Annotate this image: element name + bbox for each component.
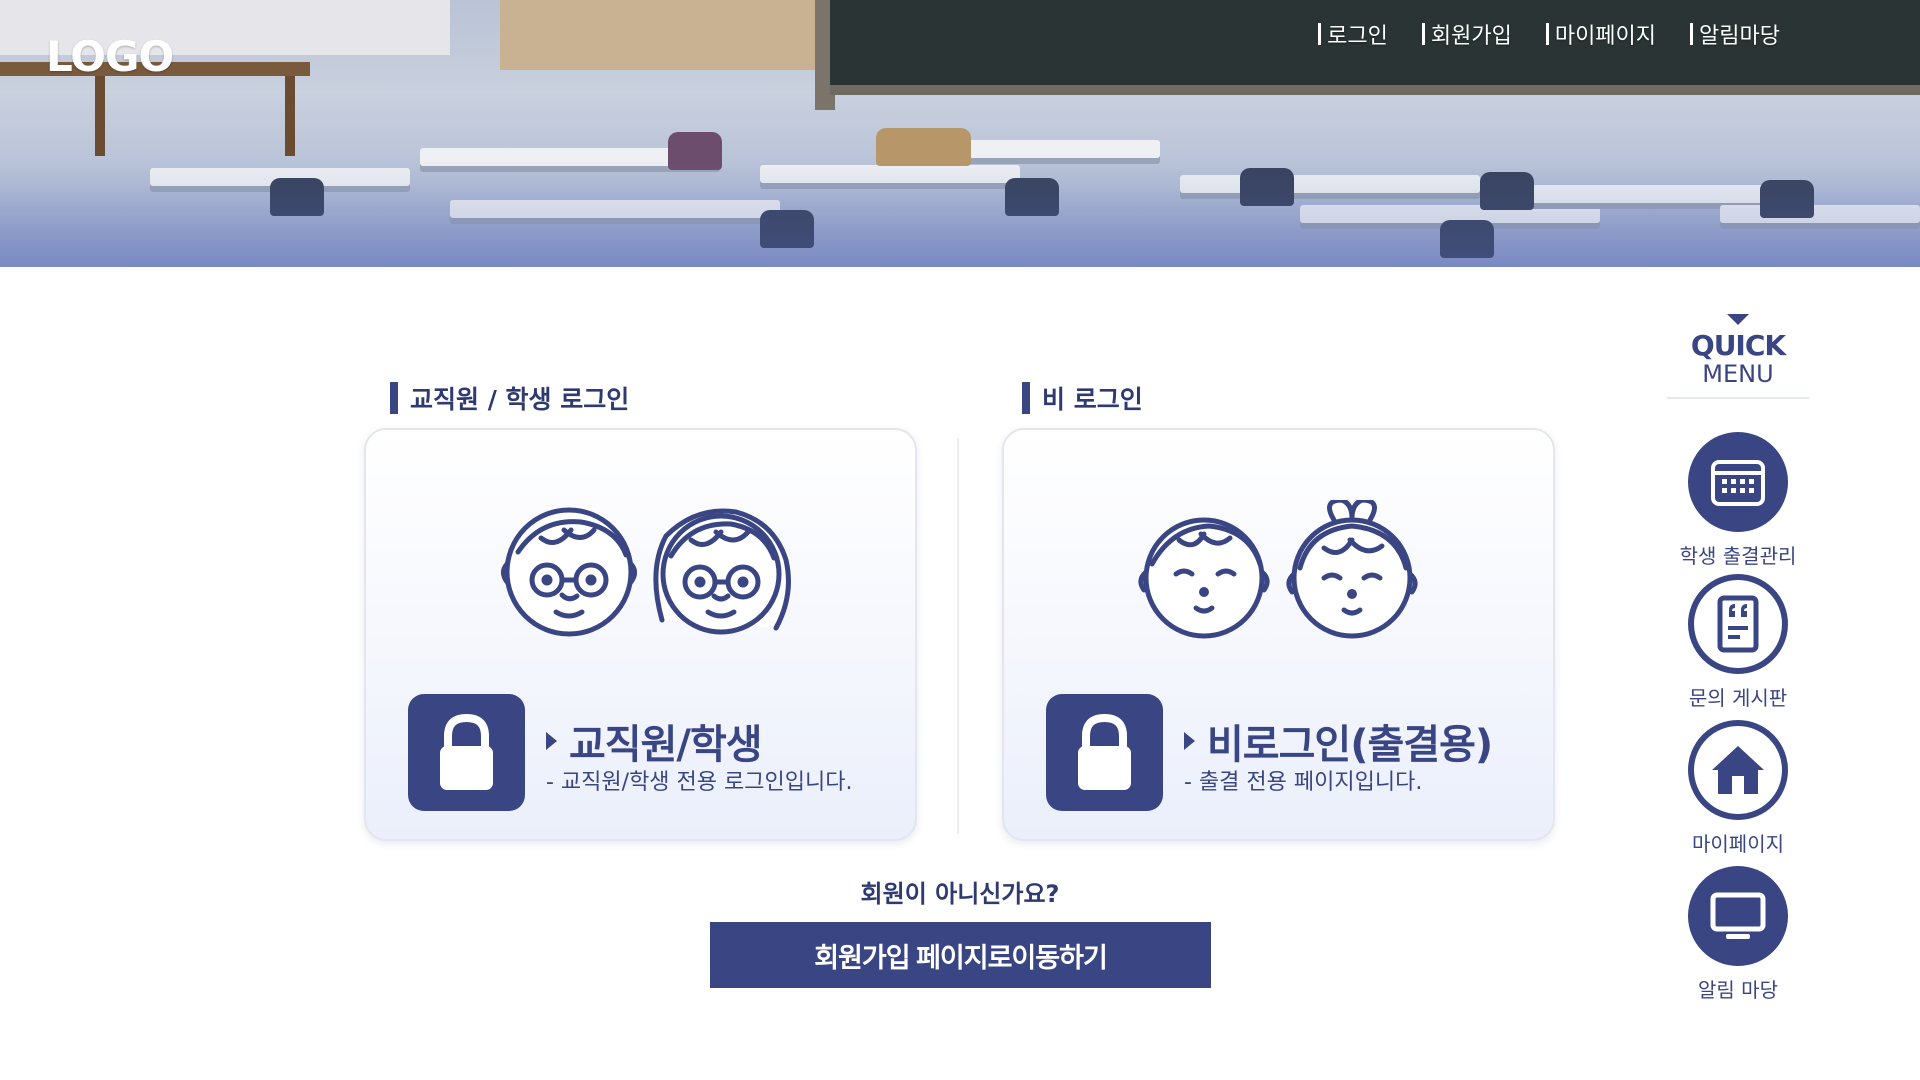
title-bar [390,382,398,414]
not-member-prompt: 회원이 아니신가요? [860,880,1060,908]
section-title-staff-label: 교직원 / 학생 로그인 [410,385,630,414]
nav-separator [1318,23,1322,45]
quick-item-mypage[interactable]: 마이페이지 [1667,720,1809,857]
signup-button[interactable]: 회원가입 페이지로이동하기 [710,922,1211,988]
arrow-right-icon [1184,732,1195,750]
section-title-guest: 비 로그인 [1022,380,1143,416]
calendar-icon [1688,432,1788,532]
nav-notice[interactable]: 알림마당 [1690,18,1780,50]
site-logo[interactable]: LOGO [46,32,174,81]
monitor-icon [1688,866,1788,966]
guest-login-title: 비로그인(출결용) [1207,722,1493,768]
guest-login-description: - 출결 전용 페이지입니다. [1184,770,1423,795]
quick-item-attendance-label: 학생 출결관리 [1679,544,1797,568]
teacher-face-icon [501,507,637,637]
section-title-guest-label: 비 로그인 [1042,385,1143,414]
board-icon [1688,574,1788,674]
quick-menu-subtitle: MENU [1702,360,1774,388]
nav-login-label: 로그인 [1327,24,1388,49]
top-nav: 로그인 회원가입 마이페이지 알림마당 [1318,18,1780,50]
staff-login-description: - 교직원/학생 전용 로그인입니다. [546,770,853,795]
nav-signup-label: 회원가입 [1430,24,1512,49]
arrow-right-icon [546,732,557,750]
lock-icon [408,694,525,811]
guest-login-card[interactable]: 비로그인(출결용) - 출결 전용 페이지입니다. [1002,428,1555,841]
nav-separator [1421,23,1425,45]
staff-login-link[interactable]: 교직원/학생 [546,712,763,770]
quick-menu-header: QUICK MENU [1667,314,1809,399]
quick-item-board[interactable]: 문의 게시판 [1667,574,1809,711]
nav-mypage-label: 마이페이지 [1554,24,1657,49]
teacher-face-icon [653,508,791,635]
nav-notice-label: 알림마당 [1699,24,1780,49]
nav-separator [1690,23,1694,45]
students-illustration [1138,500,1418,639]
hero-banner: LOGO 로그인 회원가입 마이페이지 알림마당 [0,0,1920,267]
nav-login[interactable]: 로그인 [1318,18,1388,50]
card-divider [957,438,959,834]
caret-down-icon [1727,314,1749,325]
quick-item-board-label: 문의 게시판 [1688,686,1788,710]
section-title-staff: 교직원 / 학생 로그인 [390,380,629,416]
staff-login-card[interactable]: 교직원/학생 - 교직원/학생 전용 로그인입니다. [364,428,917,841]
nav-separator [1545,23,1549,45]
title-bar [1022,382,1030,414]
teachers-illustration [501,507,791,637]
student-boy-icon [1138,517,1270,639]
home-icon [1688,720,1788,820]
quick-item-mypage-label: 마이페이지 [1692,832,1784,856]
guest-login-link[interactable]: 비로그인(출결용) [1184,712,1493,770]
quick-item-notice[interactable]: 알림 마당 [1667,866,1809,1003]
nav-signup[interactable]: 회원가입 [1421,18,1512,50]
quick-menu-divider [1667,397,1809,399]
quick-menu-title: QUICK [1690,329,1786,362]
nav-mypage[interactable]: 마이페이지 [1545,18,1657,50]
quick-item-attendance[interactable]: 학생 출결관리 [1667,432,1809,569]
quick-item-notice-label: 알림 마당 [1698,978,1778,1002]
lock-icon [1046,694,1163,811]
staff-login-title: 교직원/학생 [569,722,763,768]
student-girl-icon [1286,500,1418,639]
